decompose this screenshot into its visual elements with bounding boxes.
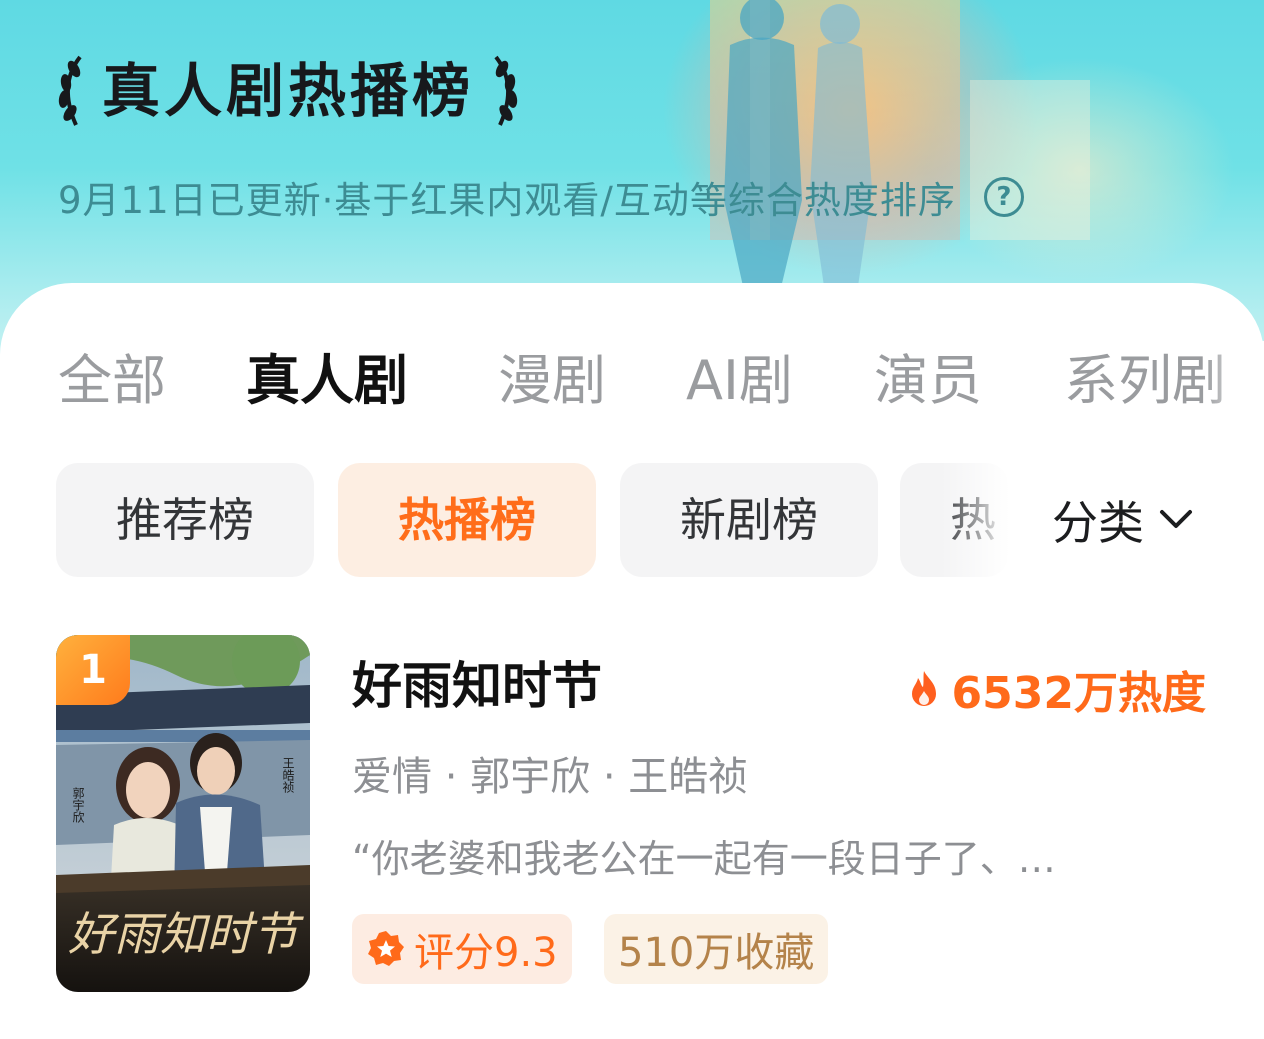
laurel-left-icon [58,55,82,126]
tab-series[interactable]: 系列剧 [1064,341,1226,421]
update-subtitle: 9月11日已更新·基于红果内观看/互动等综合热度排序 [58,179,956,222]
ranking-title-block: 真人剧热播榜 [50,46,526,136]
drama-title[interactable]: 好雨知时节 [352,655,602,717]
tab-all[interactable]: 全部 [58,341,166,421]
ranking-item[interactable]: 好雨知时节 王皓祯 郭宇欣 1 好雨知时节 6532万热度 爱情 · 郭宇欣 ·… [56,635,1216,995]
help-icon[interactable]: ? [983,177,1024,217]
tab-anime[interactable]: 漫剧 [498,341,606,421]
star-badge-icon [368,931,404,966]
tab-ai-drama[interactable]: AI剧 [686,341,793,421]
favorites-value: 510万收藏 [618,930,815,976]
poster-actor-left: 郭宇欣 [71,787,85,824]
drama-meta: 爱情 · 郭宇欣 · 王皓祯 [352,754,749,800]
score-value: 评分9.3 [414,930,558,976]
rank-badge: 1 [56,635,130,705]
chip-new-drama[interactable]: 新剧榜 [620,463,878,577]
drama-poster[interactable]: 好雨知时节 王皓祯 郭宇欣 1 [56,635,310,992]
page-title: 真人剧热播榜 [102,57,475,125]
type-tabs: 全部 真人剧 漫剧 AI剧 演员 系列剧 [0,341,1264,421]
chip-recommended[interactable]: 推荐榜 [56,463,314,577]
tab-live-action[interactable]: 真人剧 [246,341,408,421]
tab-actors[interactable]: 演员 [874,341,982,421]
chip-hot-playing[interactable]: 热播榜 [338,463,596,577]
ranking-chips: 推荐榜 热播榜 新剧榜 热 分类 [0,463,1264,579]
flame-icon [911,671,936,706]
update-info: 9月11日已更新·基于红果内观看/互动等综合热度排序 ? [58,170,1024,224]
chevron-down-icon [1160,510,1192,528]
heat-indicator: 6532万热度 [908,657,1206,721]
heat-value: 6532万热度 [951,668,1206,719]
banner-silhouette-illustration [710,0,1090,300]
category-dropdown[interactable]: 分类 [1052,463,1196,577]
laurel-right-icon [494,55,518,126]
ranking-panel: 全部 真人剧 漫剧 AI剧 演员 系列剧 推荐榜 热播榜 新剧榜 热 分类 [0,283,1264,1039]
score-tag: 评分9.3 [352,914,572,984]
chips-fade [940,463,1010,577]
favorites-tag: 510万收藏 [604,914,829,984]
category-label: 分类 [1052,496,1144,550]
drama-quote: “你老婆和我老公在一起有一段日子了、… [352,837,1056,881]
tabs-fade [1204,341,1264,421]
poster-calligraphy: 好雨知时节 [68,907,304,961]
poster-actor-right: 王皓祯 [281,757,295,794]
